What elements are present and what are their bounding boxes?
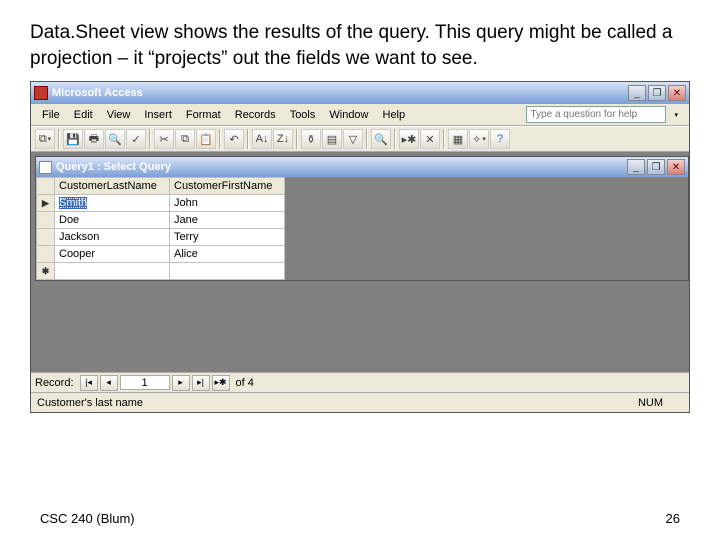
row-selector-current[interactable]: ▶ [37,195,55,212]
access-app-icon [34,86,48,100]
status-text: Customer's last name [37,397,143,409]
table-row[interactable]: ▶ Smith John [37,195,285,212]
menu-window[interactable]: Window [322,107,375,123]
row-selector[interactable] [37,229,55,246]
column-header-lastname[interactable]: CustomerLastName [55,178,170,195]
nav-first-button[interactable]: |◂ [80,375,98,391]
child-title: Query1 : Select Query [56,161,627,173]
window-buttons: _ ❐ ✕ [628,85,686,101]
mdi-client-area: Query1 : Select Query _ ❐ ✕ CustomerLast… [31,152,689,392]
access-app-window: Microsoft Access _ ❐ ✕ File Edit View In… [30,81,690,413]
filter-selection-icon[interactable]: ⚱ [301,129,321,149]
child-minimize-button[interactable]: _ [627,159,645,175]
print-preview-icon[interactable]: 🔍 [105,129,125,149]
menu-file[interactable]: File [35,107,67,123]
cell-firstname[interactable]: Alice [170,246,285,263]
record-navigator: Record: |◂ ◂ ▸ ▸| ▸✱ of 4 [31,372,689,392]
toolbar-separator [219,129,221,149]
table-row[interactable]: Jackson Terry [37,229,285,246]
maximize-button[interactable]: ❐ [648,85,666,101]
help-dropdown-icon[interactable]: ▾ [667,109,685,121]
cell-lastname[interactable]: Smith [59,197,87,209]
cut-icon[interactable]: ✂ [154,129,174,149]
close-button[interactable]: ✕ [668,85,686,101]
toolbar-separator [247,129,249,149]
child-close-button[interactable]: ✕ [667,159,685,175]
cell-lastname[interactable]: Doe [55,212,170,229]
table-row-new[interactable]: ✱ [37,263,285,280]
menu-help[interactable]: Help [376,107,413,123]
save-icon[interactable]: 💾 [63,129,83,149]
toolbar-separator [149,129,151,149]
child-titlebar: Query1 : Select Query _ ❐ ✕ [36,157,688,177]
nav-next-button[interactable]: ▸ [172,375,190,391]
cell-firstname[interactable]: John [170,195,285,212]
toolbar: ⧉▾ 💾 🖶 🔍 ✓ ✂ ⧉ 📋 ↶ A↓ Z↓ ⚱ ▤ ▽ 🔍 ▸✱ ✕ ▦ … [31,126,689,152]
toolbar-separator [296,129,298,149]
nav-prev-button[interactable]: ◂ [100,375,118,391]
status-numlock: NUM [638,397,683,409]
table-row[interactable]: Doe Jane [37,212,285,229]
app-title: Microsoft Access [52,87,628,99]
datasheet-grid: CustomerLastName CustomerFirstName ▶ Smi… [36,177,285,280]
query-child-window: Query1 : Select Query _ ❐ ✕ CustomerLast… [35,156,689,281]
apply-filter-icon[interactable]: ▽ [343,129,363,149]
help-search-input[interactable] [526,106,666,123]
cell-lastname[interactable] [55,263,170,280]
row-selector[interactable] [37,212,55,229]
delete-record-icon[interactable]: ✕ [420,129,440,149]
cell-lastname[interactable]: Cooper [55,246,170,263]
undo-icon[interactable]: ↶ [224,129,244,149]
select-all-corner[interactable] [37,178,55,195]
menu-insert[interactable]: Insert [137,107,179,123]
menu-edit[interactable]: Edit [67,107,100,123]
copy-icon[interactable]: ⧉ [175,129,195,149]
record-number-input[interactable] [120,375,170,390]
menu-format[interactable]: Format [179,107,228,123]
db-window-icon[interactable]: ▦ [448,129,468,149]
toolbar-separator [58,129,60,149]
record-count: of 4 [236,377,254,389]
child-restore-button[interactable]: ❐ [647,159,665,175]
toolbar-separator [394,129,396,149]
record-label: Record: [35,377,74,389]
menu-records[interactable]: Records [228,107,283,123]
sort-desc-icon[interactable]: Z↓ [273,129,293,149]
column-header-firstname[interactable]: CustomerFirstName [170,178,285,195]
help-icon[interactable]: ? [490,129,510,149]
status-bar: Customer's last name NUM [31,392,689,412]
nav-last-button[interactable]: ▸| [192,375,210,391]
sort-asc-icon[interactable]: A↓ [252,129,272,149]
toolbar-separator [443,129,445,149]
cell-firstname[interactable]: Terry [170,229,285,246]
footer-left: CSC 240 (Blum) [40,511,135,526]
cell-firstname[interactable] [170,263,285,280]
menu-tools[interactable]: Tools [283,107,323,123]
find-icon[interactable]: 🔍 [371,129,391,149]
footer-page-number: 26 [666,511,680,526]
row-selector[interactable] [37,246,55,263]
row-selector-new[interactable]: ✱ [37,263,55,280]
menubar: File Edit View Insert Format Records Too… [31,104,689,126]
toolbar-separator [366,129,368,149]
slide-footer: CSC 240 (Blum) 26 [40,511,680,526]
view-button[interactable]: ⧉▾ [35,129,55,149]
query-window-icon [39,161,52,174]
nav-new-button[interactable]: ▸✱ [212,375,230,391]
paste-icon[interactable]: 📋 [196,129,216,149]
cell-firstname[interactable]: Jane [170,212,285,229]
print-icon[interactable]: 🖶 [84,129,104,149]
minimize-button[interactable]: _ [628,85,646,101]
new-record-icon[interactable]: ▸✱ [399,129,419,149]
table-row[interactable]: Cooper Alice [37,246,285,263]
filter-form-icon[interactable]: ▤ [322,129,342,149]
new-object-icon[interactable]: ✧▾ [469,129,489,149]
spellcheck-icon[interactable]: ✓ [126,129,146,149]
app-titlebar: Microsoft Access _ ❐ ✕ [31,82,689,104]
cell-lastname[interactable]: Jackson [55,229,170,246]
slide-title: Data.Sheet view shows the results of the… [0,0,720,81]
menu-view[interactable]: View [100,107,138,123]
